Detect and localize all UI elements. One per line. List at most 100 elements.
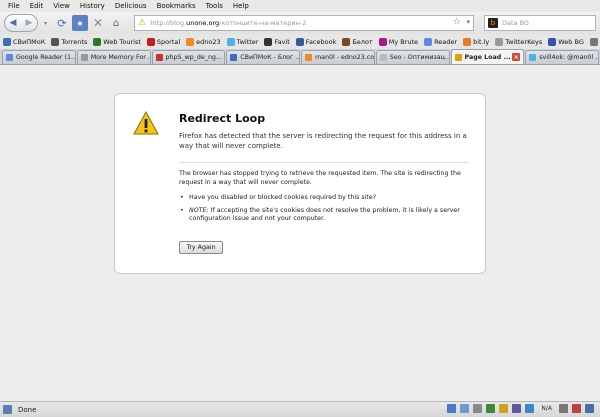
tab-label: man0l - edno23.co... [315,54,375,61]
addon-icon[interactable] [486,404,496,413]
back-arrow-icon[interactable]: ◀ [10,18,17,28]
divider [179,162,469,163]
tab-favicon-icon [454,53,462,61]
note-label: NOTE: [189,206,209,214]
bookmark-item[interactable]: Facebook [295,37,337,46]
bookmark-favicon-icon [3,37,11,46]
tab-label: Seo - Оптимизац... [389,54,450,61]
tab[interactable]: Google Reader (1... [2,50,76,64]
history-dropdown-icon[interactable]: ▾ [44,20,50,27]
bookmark-item[interactable]: Reader [424,37,458,46]
addon-icon[interactable] [460,404,470,413]
bookmark-item[interactable]: bit.ly [463,37,490,46]
bookmark-favicon-icon [589,37,598,46]
bookmark-favicon-icon [93,37,102,46]
back-forward-buttons[interactable]: ◀ ▶ [4,14,38,32]
bookmark-item[interactable]: edno23 [186,37,221,46]
menu-tools[interactable]: Tools [201,0,228,12]
bookmark-item[interactable]: Sportal [146,37,181,46]
addon-icon[interactable] [572,404,581,413]
bookmark-item[interactable]: Twitter [226,37,259,46]
error-long-description: The browser has stopped trying to retrie… [179,170,461,186]
search-box[interactable]: b Data BG [484,15,596,31]
tab-active[interactable]: Page Load ... × [450,49,525,64]
page-status-icon [3,405,12,414]
tab-label: svill4ok: @man0l ... [539,54,599,61]
bookmark-label: Web Tourist [103,37,141,46]
error-panel: Redirect Loop Firefox has detected that … [114,93,486,274]
bookmark-item[interactable]: Favit [264,37,290,46]
status-bar: Done N/A [0,401,600,417]
url-dropdown-icon[interactable]: ▾ [466,18,470,26]
bookmark-favicon-icon [495,37,504,46]
bookmark-label: Белот [352,37,373,46]
addon-icon[interactable] [512,404,522,413]
stop-icon[interactable]: ✕ [90,15,106,31]
warning-icon: ⚠ [138,18,147,28]
try-again-button[interactable]: Try Again [179,241,223,254]
url-domain: unone.org [186,19,220,27]
bookmark-item[interactable]: СВиПМоК [3,37,46,46]
suggestion-text: Have you disabled or blocked cookies req… [189,194,377,201]
tab[interactable]: More Memory For ... [76,50,151,64]
menu-help[interactable]: Help [228,0,254,12]
bookmark-label: Twitter [236,37,259,46]
search-engine-icon[interactable]: b [488,18,498,28]
bookmark-item[interactable]: TwitterKeys [495,37,543,46]
error-short-description: Firefox has detected that the server is … [179,132,467,150]
pagerank-value: N/A [541,405,552,412]
bookmark-label: My Brute [388,37,419,46]
reload-icon[interactable]: ⟳ [54,15,70,31]
addon-icon[interactable] [447,404,457,413]
bookmark-star-icon[interactable]: ☆ [453,17,461,27]
bookmark-label: СВиПМоК [13,37,46,46]
tab[interactable]: svill4ok: @man0l ... [525,50,599,64]
addon-icon[interactable] [525,404,535,413]
tab[interactable]: Seo - Оптимизац... [375,50,450,64]
tab-label: phpS_wp_de_ng... [165,54,222,61]
close-tab-icon[interactable]: × [512,53,521,61]
menu-view[interactable]: View [48,0,75,12]
bookmark-label: Favit [274,37,290,46]
menu-edit[interactable]: Edit [25,0,49,12]
page-content: Redirect Loop Firefox has detected that … [0,66,600,401]
forward-arrow-icon[interactable]: ▶ [26,18,33,28]
bookmark-favicon-icon [463,37,472,46]
bookmark-favicon-icon [51,37,60,46]
url-prefix: http://blog. [150,19,187,27]
bookmark-item[interactable]: Пред. [589,37,600,46]
bookmark-label: Web BG [558,37,584,46]
bookmark-label: TwitterKeys [505,37,543,46]
tab-label: Page Load ... [464,53,511,61]
status-text: Done [18,405,37,414]
addon-icon[interactable] [585,404,594,413]
addon-icon[interactable] [499,404,509,413]
tab[interactable]: man0l - edno23.co... [301,50,375,64]
bookmark-item[interactable]: My Brute [378,37,419,46]
bookmark-favicon-icon [264,37,273,46]
bookmark-label: bit.ly [473,37,490,46]
bookmark-label: Reader [434,37,458,46]
bookmark-item[interactable]: Белот [342,37,373,46]
address-bar[interactable]: ⚠ http://blog. unone.org/котонците-на-мат… [134,15,474,31]
tab[interactable]: phpS_wp_de_ng... [151,50,226,64]
tab-favicon-icon [529,54,537,61]
suggestion-item: • NOTE: If accepting the site's cookies d… [180,206,460,223]
menu-file[interactable]: File [3,0,25,12]
home-icon[interactable]: ★ [72,15,88,31]
menu-history[interactable]: History [75,0,110,12]
bookmark-label: Facebook [305,37,337,46]
bookmark-item[interactable]: Web BG [548,37,584,46]
bookmark-item[interactable]: Torrents [51,37,87,46]
menu-bookmarks[interactable]: Bookmarks [152,0,201,12]
gear-icon[interactable] [473,404,483,413]
tab[interactable]: СВиПМоК - Блог ... [226,50,300,64]
bookmark-favicon-icon [424,37,433,46]
home-page-icon[interactable]: ⌂ [108,15,124,31]
addon-icon[interactable] [559,404,568,413]
bookmark-favicon-icon [378,37,387,46]
bookmark-item[interactable]: Web Tourist [93,37,141,46]
menu-delicious[interactable]: Delicious [110,0,152,12]
bookmark-label: Sportal [156,37,181,46]
status-icons: N/A [447,404,594,413]
